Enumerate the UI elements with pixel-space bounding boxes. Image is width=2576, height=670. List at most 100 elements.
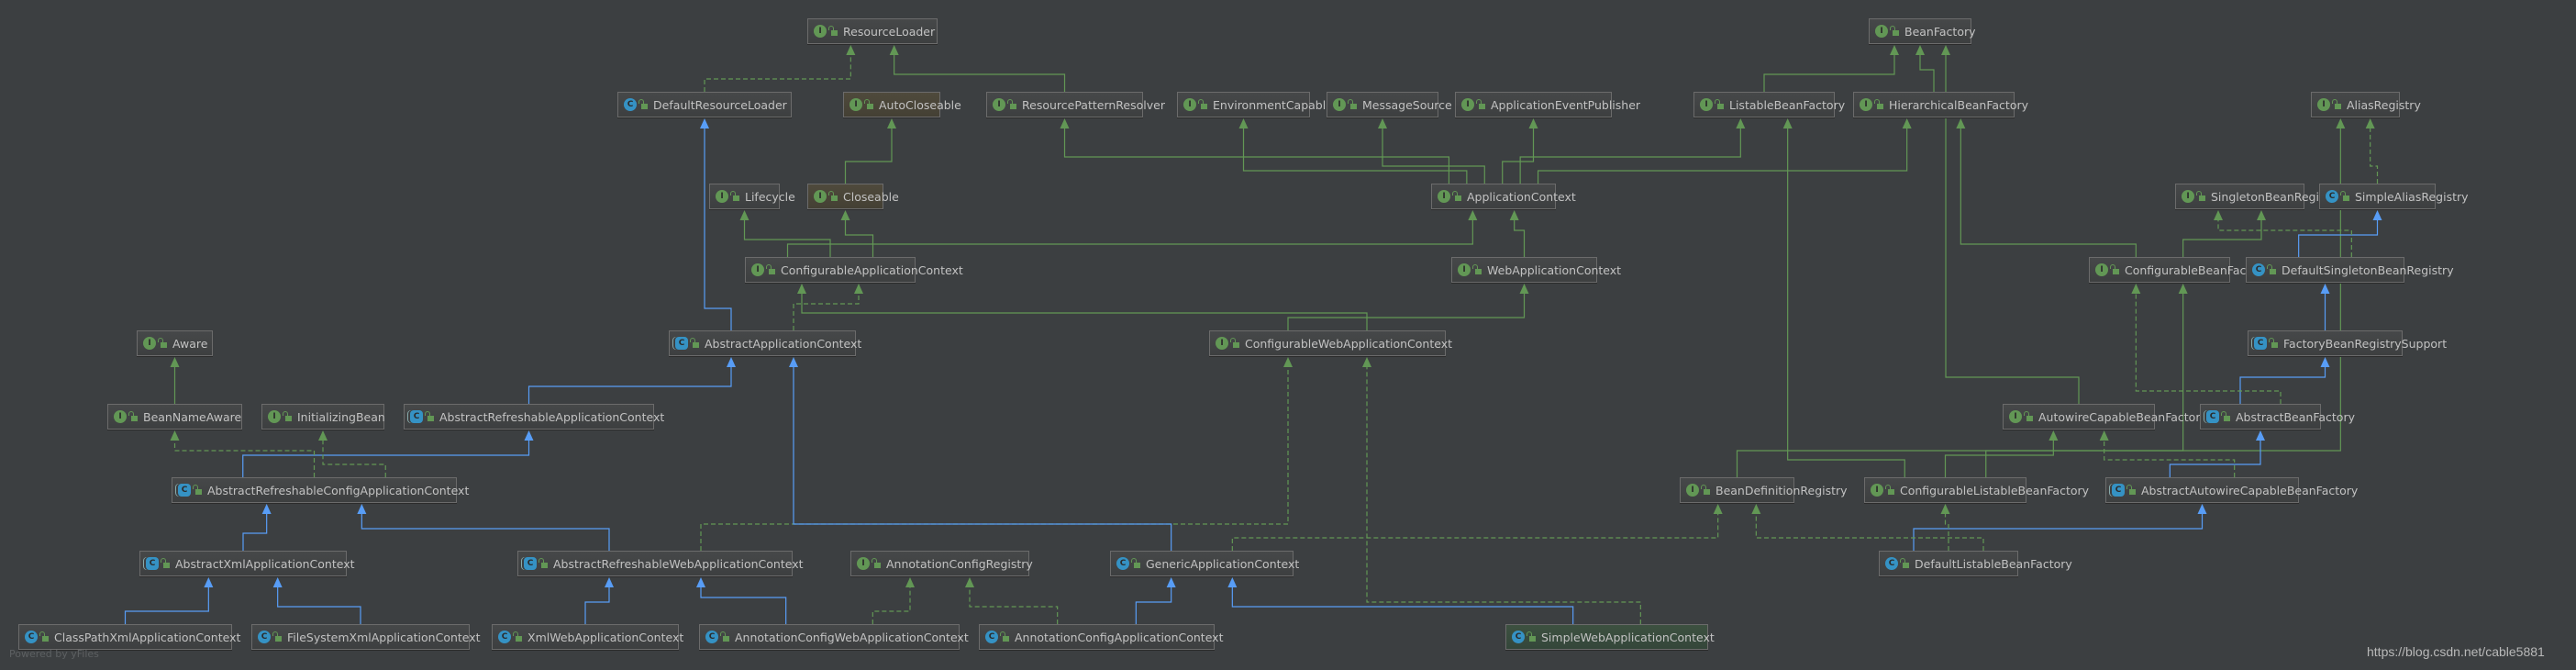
node-label: Closeable bbox=[843, 189, 899, 204]
node-simple-alias-registry[interactable]: C SimpleAliasRegistry bbox=[2319, 184, 2469, 209]
public-access-icon bbox=[1198, 98, 1207, 109]
arrowhead-icon bbox=[1902, 118, 1912, 128]
node-configurable-application-context[interactable]: I ConfigurableApplicationContext bbox=[745, 257, 963, 283]
node-abstract-application-context[interactable]: C AbstractApplicationContext bbox=[669, 330, 861, 356]
class-icon: C bbox=[2252, 263, 2265, 276]
node-configurable-bean-factory[interactable]: I ConfigurableBeanFactory bbox=[2089, 257, 2269, 283]
interface-icon: I bbox=[1686, 484, 1699, 497]
node-default-singleton-bean-registry[interactable]: C DefaultSingletonBeanRegistry bbox=[2246, 257, 2454, 283]
arrowhead-icon bbox=[1060, 118, 1070, 128]
arrowhead-icon bbox=[1890, 45, 1899, 55]
abstract-class-icon: C bbox=[410, 410, 423, 423]
public-access-icon bbox=[39, 631, 49, 642]
node-lifecycle[interactable]: I Lifecycle bbox=[709, 184, 795, 209]
public-access-icon bbox=[2110, 263, 2119, 274]
edge-default-listable-bean-factory-to-abstract-autowire-capable-bean-factory bbox=[1913, 512, 2204, 551]
edge-annotation-config-web-application-context-to-annotation-config-registry bbox=[872, 586, 911, 624]
arrowhead-icon bbox=[1956, 118, 1966, 128]
edge-abstract-application-context-to-default-resource-loader bbox=[704, 127, 732, 330]
arrowhead-icon bbox=[2197, 504, 2207, 514]
node-closeable[interactable]: I Closeable bbox=[807, 184, 899, 209]
public-access-icon bbox=[513, 631, 522, 642]
node-label: MessageSource bbox=[1362, 97, 1452, 112]
edge-closeable-to-auto-closeable bbox=[844, 127, 893, 184]
node-bean-name-aware[interactable]: I BeanNameAware bbox=[107, 404, 242, 430]
public-access-icon bbox=[539, 557, 548, 568]
public-access-icon bbox=[1000, 631, 1009, 642]
node-abstract-refreshable-application-context[interactable]: C AbstractRefreshableApplicationContext bbox=[404, 404, 664, 430]
class-icon: C bbox=[1116, 557, 1129, 570]
node-label: GenericApplicationContext bbox=[1146, 556, 1300, 571]
node-label: ApplicationEventPublisher bbox=[1491, 97, 1641, 112]
arrowhead-icon bbox=[1782, 118, 1793, 128]
public-access-icon bbox=[272, 631, 282, 642]
abstract-class-icon: C bbox=[675, 337, 688, 350]
node-resource-pattern-resolver[interactable]: I ResourcePatternResolver bbox=[986, 92, 1165, 117]
edge-annotation-config-web-application-context-to-abstract-refreshable-web-application-context bbox=[700, 586, 787, 624]
node-annotation-config-application-context[interactable]: C AnnotationConfigApplicationContext bbox=[979, 624, 1223, 650]
abstract-class-icon: C bbox=[2112, 484, 2125, 497]
arrowhead-icon bbox=[272, 577, 283, 587]
public-access-icon bbox=[1452, 190, 1461, 201]
interface-icon: I bbox=[143, 337, 156, 350]
edge-application-context-to-hierarchical-bean-factory bbox=[1537, 127, 1908, 184]
node-abstract-refreshable-web-application-context[interactable]: C AbstractRefreshableWebApplicationContex… bbox=[517, 551, 804, 576]
public-access-icon bbox=[1715, 98, 1724, 109]
edge-generic-application-context-to-abstract-application-context bbox=[793, 365, 1172, 551]
node-alias-registry[interactable]: I AliasRegistry bbox=[2311, 92, 2421, 117]
node-class-path-xml-application-context[interactable]: C ClassPathXmlApplicationContext bbox=[18, 624, 240, 650]
node-bean-factory[interactable]: I BeanFactory bbox=[1869, 18, 1976, 44]
arrowhead-icon bbox=[524, 430, 534, 441]
node-configurable-web-application-context[interactable]: I ConfigurableWebApplicationContext bbox=[1209, 330, 1452, 356]
edge-hierarchical-bean-factory-to-bean-factory bbox=[1919, 53, 1935, 92]
node-abstract-bean-factory[interactable]: C AbstractBeanFactory bbox=[2200, 404, 2355, 430]
abstract-class-icon: C bbox=[146, 557, 159, 570]
public-access-icon bbox=[1230, 337, 1239, 348]
node-bean-definition-registry[interactable]: I BeanDefinitionRegistry bbox=[1680, 477, 1848, 503]
node-web-application-context[interactable]: I WebApplicationContext bbox=[1451, 257, 1621, 283]
abstract-class-icon: C bbox=[178, 484, 191, 497]
edge-application-context-to-message-source bbox=[1382, 127, 1485, 184]
arrowhead-icon bbox=[357, 504, 367, 514]
node-message-source[interactable]: I MessageSource bbox=[1327, 92, 1452, 117]
node-singleton-bean-registry[interactable]: I SingletonBeanRegistry bbox=[2175, 184, 2341, 209]
class-icon: C bbox=[985, 631, 998, 643]
node-default-resource-loader[interactable]: C DefaultResourceLoader bbox=[617, 92, 792, 117]
node-abstract-autowire-capable-bean-factory[interactable]: C AbstractAutowireCapableBeanFactory bbox=[2105, 477, 2358, 503]
interface-icon: I bbox=[1875, 25, 1888, 38]
edge-abstract-autowire-capable-bean-factory-to-autowire-capable-bean-factory bbox=[2104, 439, 2236, 477]
public-access-icon bbox=[720, 631, 729, 642]
node-autowire-capable-bean-factory[interactable]: I AutowireCapableBeanFactory bbox=[2003, 404, 2207, 430]
interface-icon: I bbox=[2182, 190, 2194, 203]
arrowhead-icon bbox=[1166, 577, 1176, 587]
node-listable-bean-factory[interactable]: I ListableBeanFactory bbox=[1693, 92, 1845, 117]
node-hierarchical-bean-factory[interactable]: I HierarchicalBeanFactory bbox=[1853, 92, 2028, 117]
public-access-icon bbox=[2221, 410, 2230, 421]
node-application-event-publisher[interactable]: I ApplicationEventPublisher bbox=[1455, 92, 1640, 117]
arrowhead-icon bbox=[2336, 118, 2346, 128]
edge-abstract-refreshable-web-application-context-to-abstract-refreshable-config-application-context bbox=[361, 512, 610, 551]
arrowhead-icon bbox=[2131, 284, 2141, 294]
node-label: DefaultSingletonBeanRegistry bbox=[2282, 262, 2454, 277]
node-abstract-refreshable-config-application-context[interactable]: C AbstractRefreshableConfigApplicationCon… bbox=[172, 477, 469, 503]
node-resource-loader[interactable]: I ResourceLoader bbox=[807, 18, 938, 44]
node-aware[interactable]: I Aware bbox=[137, 330, 213, 356]
node-generic-application-context[interactable]: C GenericApplicationContext bbox=[1110, 551, 1299, 576]
arrowhead-icon bbox=[1940, 504, 1950, 514]
node-environment-capable[interactable]: I EnvironmentCapable bbox=[1177, 92, 1333, 117]
node-configurable-listable-bean-factory[interactable]: I ConfigurableListableBeanFactory bbox=[1864, 477, 2089, 503]
node-xml-web-application-context[interactable]: C XmlWebApplicationContext bbox=[492, 624, 683, 650]
node-file-system-xml-application-context[interactable]: C FileSystemXmlApplicationContext bbox=[251, 624, 481, 650]
node-abstract-xml-application-context[interactable]: C AbstractXmlApplicationContext bbox=[139, 551, 355, 576]
arrowhead-icon bbox=[2257, 210, 2266, 220]
node-simple-web-application-context[interactable]: C SimpleWebApplicationContext bbox=[1505, 624, 1715, 650]
node-application-context[interactable]: I ApplicationContext bbox=[1431, 184, 1576, 209]
node-annotation-config-registry[interactable]: I AnnotationConfigRegistry bbox=[850, 551, 1033, 576]
edge-configurable-listable-bean-factory-to-configurable-bean-factory bbox=[1985, 292, 2184, 477]
node-auto-closeable[interactable]: I AutoCloseable bbox=[843, 92, 961, 117]
edge-configurable-web-application-context-to-configurable-application-context bbox=[801, 292, 1368, 330]
node-annotation-config-web-application-context[interactable]: C AnnotationConfigWebApplicationContext bbox=[699, 624, 969, 650]
node-default-listable-bean-factory[interactable]: C DefaultListableBeanFactory bbox=[1879, 551, 2072, 576]
node-initializing-bean[interactable]: I InitializingBean bbox=[261, 404, 385, 430]
node-factory-bean-registry-support[interactable]: C FactoryBeanRegistrySupport bbox=[2248, 330, 2447, 356]
